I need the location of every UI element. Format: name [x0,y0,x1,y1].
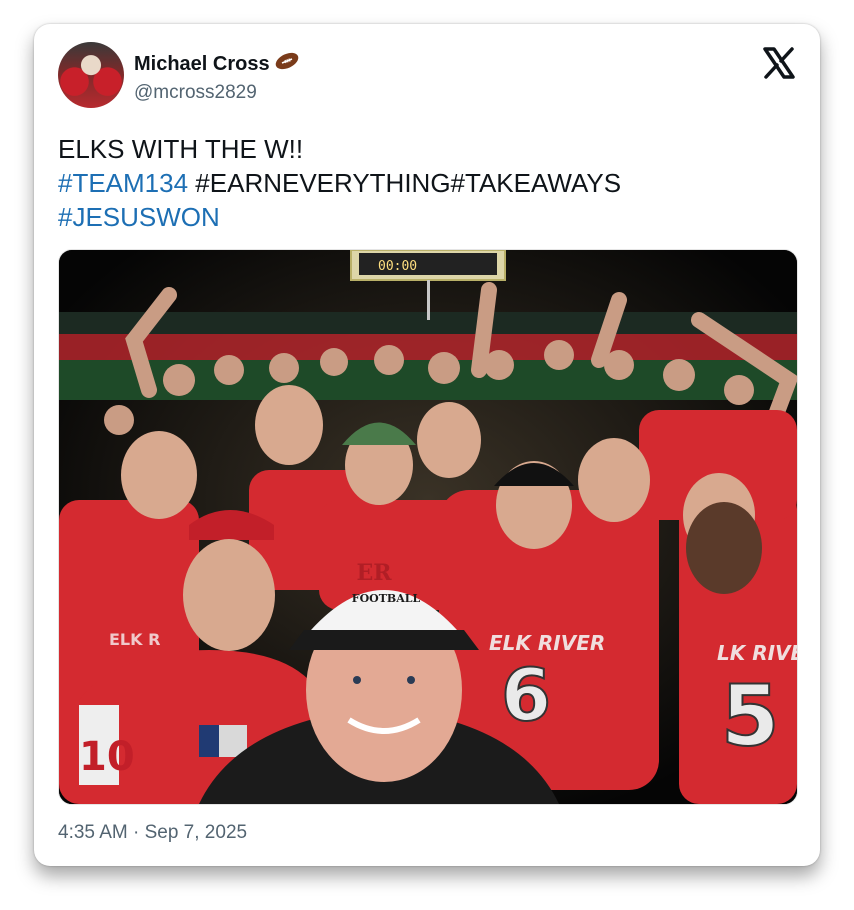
hashtag-jesuswon[interactable]: #JESUSWON [58,202,220,232]
jersey-text-elk-river: ELK RIVER [489,631,605,655]
post-text-line3: #JESUSWON [58,200,798,234]
hat-text: FOOTBALL [352,592,421,605]
author-name-row[interactable]: Michael Cross [134,51,300,77]
jersey-number-6: 6 [501,653,551,737]
x-logo-icon[interactable] [762,46,796,80]
post-text-line2: #TEAM134 #EARNEVERYTHING#TAKEAWAYS [58,166,798,200]
scoreboard-time: 00:00 [378,259,417,274]
post-photo[interactable]: 00:00 10 ELK R ELK RIVER 6 LK RIV 5 ER F… [58,249,798,805]
post-timestamp[interactable]: 4:35 AM · Sep 7, 2025 [58,822,247,844]
hashtag-team134[interactable]: #TEAM134 [58,168,188,198]
hashtag-text[interactable]: #EARNEVERYTHING#TAKEAWAYS [188,168,621,198]
author-name[interactable]: Michael Cross [134,53,270,76]
post-text: ELKS WITH THE W!! #TEAM134 #EARNEVERYTHI… [58,132,798,234]
hat-logo: ER [356,560,392,586]
svg-text:ELK R: ELK R [109,630,160,649]
jersey-text-lk-river: LK RIVER [717,641,797,665]
jersey-number-10: 10 [79,734,135,780]
post-card: Michael Cross @mcross2829 ELKS WITH THE … [34,24,820,866]
author-handle[interactable]: @mcross2829 [134,82,257,104]
post-text-line1: ELKS WITH THE W!! [58,134,304,164]
author-avatar[interactable] [58,42,124,108]
football-emoji-icon [274,51,300,77]
jersey-number-5: 5 [721,667,779,765]
